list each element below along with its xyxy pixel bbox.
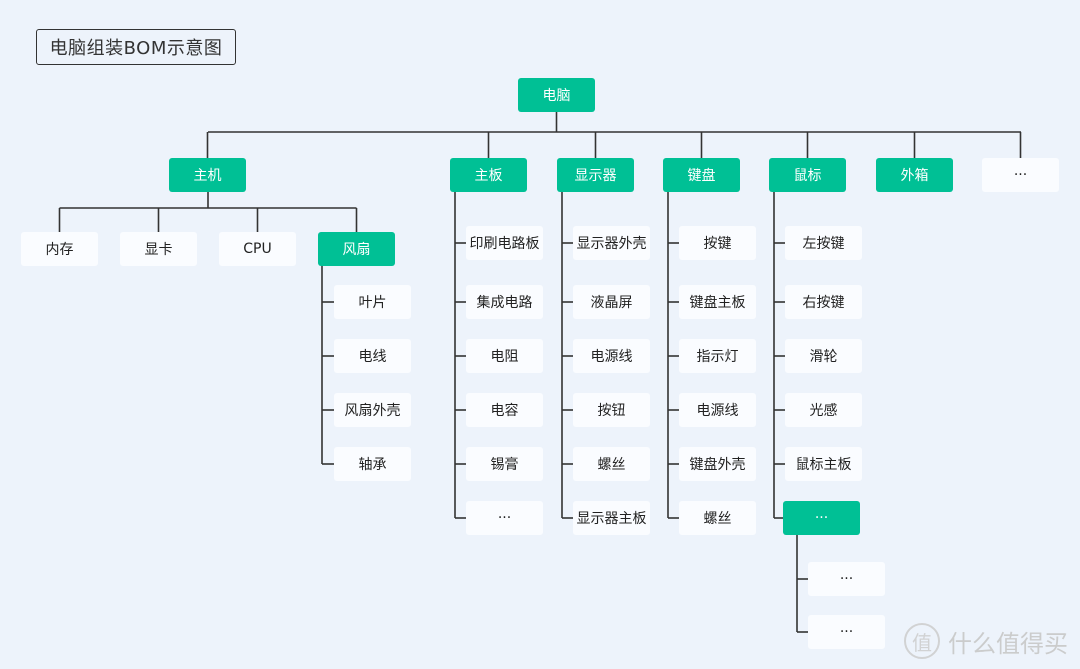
node-cat3-part-1[interactable]: 键盘主板 [679, 285, 756, 319]
node-fan-part-0[interactable]: 叶片 [334, 285, 411, 319]
node-host-child-3[interactable]: 风扇 [318, 232, 395, 266]
node-cat1-part-1[interactable]: 集成电路 [466, 285, 543, 319]
watermark: 值 什么值得买 [904, 623, 1068, 659]
node-cat2-part-5[interactable]: 显示器主板 [573, 501, 650, 535]
node-cat2-part-4[interactable]: 螺丝 [573, 447, 650, 481]
node-cat4-part-3[interactable]: 光感 [785, 393, 862, 427]
node-fan-part-1[interactable]: 电线 [334, 339, 411, 373]
node-fan-part-2[interactable]: 风扇外壳 [334, 393, 411, 427]
node-cat4-part-0[interactable]: 左按键 [785, 226, 862, 260]
node-cat1-part-4[interactable]: 锡膏 [466, 447, 543, 481]
node-category-3[interactable]: 键盘 [663, 158, 740, 192]
node-cat1-part-0[interactable]: 印刷电路板 [466, 226, 543, 260]
node-category-5[interactable]: 外箱 [876, 158, 953, 192]
node-cat3-part-2[interactable]: 指示灯 [679, 339, 756, 373]
node-category-6[interactable]: ··· [982, 158, 1059, 192]
node-mouse-more-0[interactable]: ··· [808, 562, 885, 596]
node-cat3-part-0[interactable]: 按键 [679, 226, 756, 260]
node-cat1-part-5[interactable]: ··· [466, 501, 543, 535]
node-host-child-0[interactable]: 内存 [21, 232, 98, 266]
node-cat1-part-2[interactable]: 电阻 [466, 339, 543, 373]
node-category-0[interactable]: 主机 [169, 158, 246, 192]
node-host-child-1[interactable]: 显卡 [120, 232, 197, 266]
node-mouse-more-1[interactable]: ··· [808, 615, 885, 649]
watermark-text: 什么值得买 [948, 629, 1068, 658]
node-cat3-part-3[interactable]: 电源线 [679, 393, 756, 427]
node-category-2[interactable]: 显示器 [557, 158, 634, 192]
node-cat4-part-4[interactable]: 鼠标主板 [785, 447, 862, 481]
node-cat2-part-3[interactable]: 按钮 [573, 393, 650, 427]
node-root[interactable]: 电脑 [518, 78, 595, 112]
watermark-logo-icon: 值 [904, 623, 940, 659]
node-cat1-part-3[interactable]: 电容 [466, 393, 543, 427]
node-cat4-part-2[interactable]: 滑轮 [785, 339, 862, 373]
node-category-1[interactable]: 主板 [450, 158, 527, 192]
node-cat2-part-1[interactable]: 液晶屏 [573, 285, 650, 319]
node-cat4-part-5[interactable]: ··· [783, 501, 860, 535]
node-host-child-2[interactable]: CPU [219, 232, 296, 266]
node-cat3-part-4[interactable]: 键盘外壳 [679, 447, 756, 481]
diagram-title: 电脑组装BOM示意图 [36, 29, 236, 65]
node-category-4[interactable]: 鼠标 [769, 158, 846, 192]
node-cat2-part-2[interactable]: 电源线 [573, 339, 650, 373]
node-cat2-part-0[interactable]: 显示器外壳 [573, 226, 650, 260]
node-cat4-part-1[interactable]: 右按键 [785, 285, 862, 319]
node-fan-part-3[interactable]: 轴承 [334, 447, 411, 481]
node-cat3-part-5[interactable]: 螺丝 [679, 501, 756, 535]
